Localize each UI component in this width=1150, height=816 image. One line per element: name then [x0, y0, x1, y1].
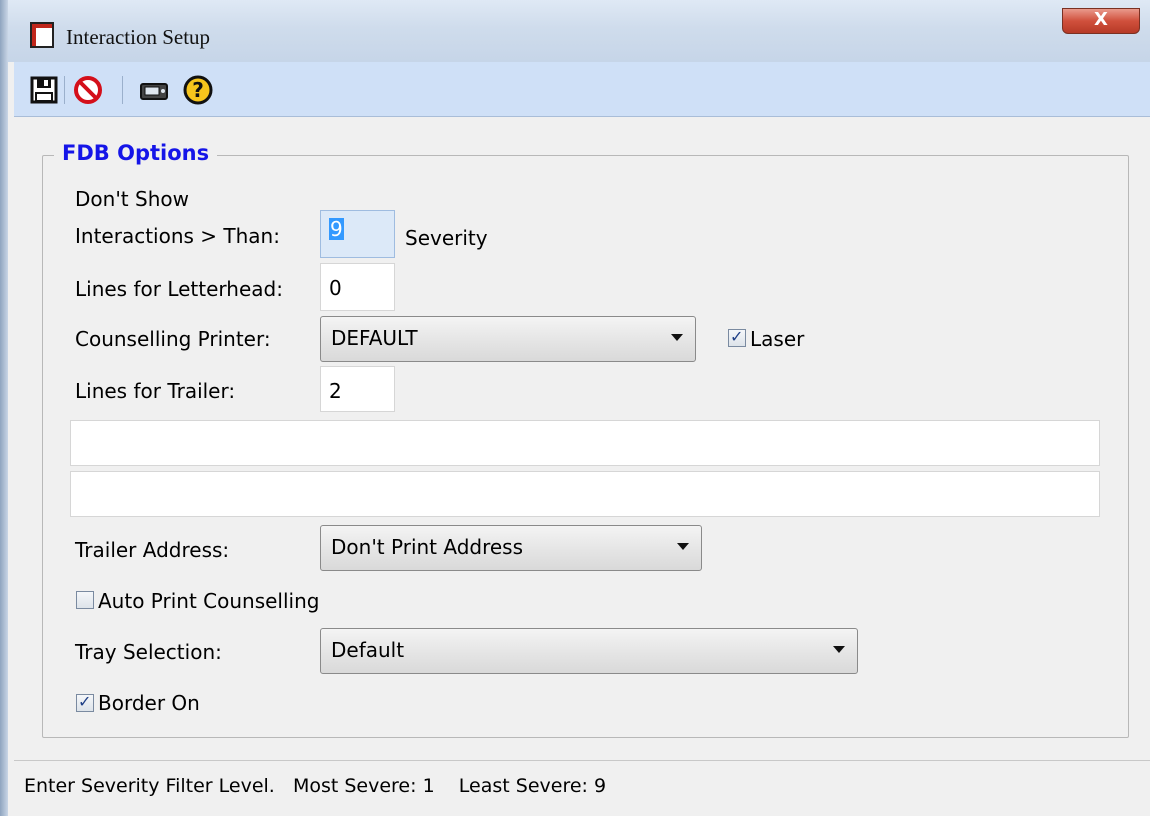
trailer-line-2-input[interactable]	[70, 471, 1100, 517]
laser-checkbox[interactable]	[728, 327, 746, 347]
title-bar[interactable]: Interaction Setup	[8, 0, 1150, 62]
severity-suffix: Severity	[405, 226, 488, 250]
trailer-address-select[interactable]: Don't Print Address	[320, 525, 702, 571]
cancel-icon	[74, 76, 102, 104]
trailer-address-value: Don't Print Address	[331, 535, 524, 559]
letterhead-label: Lines for Letterhead:	[75, 277, 283, 301]
toolbar-separator	[64, 76, 65, 104]
trailer-input[interactable]: 2	[320, 366, 395, 412]
chevron-down-icon	[677, 543, 689, 550]
counselling-printer-label: Counselling Printer:	[75, 327, 271, 351]
border-on-label: Border On	[98, 691, 200, 715]
interaction-setup-window: Interaction Setup X ? FDB Options Don't …	[0, 0, 1150, 816]
svg-text:?: ?	[192, 78, 204, 102]
border-on-checkbox[interactable]	[76, 692, 94, 712]
cancel-button[interactable]	[72, 74, 104, 106]
severity-label-line2: Interactions > Than:	[75, 224, 280, 248]
help-button[interactable]: ?	[182, 74, 214, 106]
chevron-down-icon	[833, 646, 845, 653]
tray-selection-label: Tray Selection:	[75, 640, 222, 664]
app-icon	[30, 22, 54, 48]
save-icon	[30, 76, 58, 104]
status-text: Enter Severity Filter Level. Most Severe…	[24, 775, 607, 797]
auto-print-label: Auto Print Counselling	[98, 589, 320, 613]
trailer-address-label: Trailer Address:	[75, 538, 230, 562]
status-bar: Enter Severity Filter Level. Most Severe…	[14, 760, 1150, 811]
group-title: FDB Options	[54, 141, 218, 165]
save-button[interactable]	[28, 74, 60, 106]
window-left-edge	[0, 0, 8, 816]
trailer-line-1-input[interactable]	[70, 420, 1100, 466]
severity-label-line1: Don't Show	[75, 187, 189, 211]
chevron-down-icon	[671, 334, 683, 341]
tray-selection-select[interactable]: Default	[320, 628, 858, 674]
printer-icon	[140, 83, 168, 100]
laser-label: Laser	[750, 327, 805, 351]
window-title: Interaction Setup	[66, 25, 211, 49]
trailer-label: Lines for Trailer:	[75, 379, 236, 403]
severity-input[interactable]: 9	[320, 210, 395, 258]
auto-print-checkbox[interactable]	[76, 591, 94, 609]
tray-selection-value: Default	[331, 638, 405, 662]
severity-value: 9	[329, 217, 344, 241]
close-button[interactable]: X	[1062, 8, 1140, 34]
help-icon: ?	[183, 75, 213, 105]
toolbar: ?	[14, 62, 1150, 117]
letterhead-input[interactable]: 0	[320, 263, 395, 311]
toolbar-separator	[122, 76, 123, 104]
counselling-printer-select[interactable]: DEFAULT	[320, 316, 696, 362]
counselling-printer-value: DEFAULT	[331, 326, 418, 350]
print-setup-button[interactable]	[138, 74, 170, 106]
